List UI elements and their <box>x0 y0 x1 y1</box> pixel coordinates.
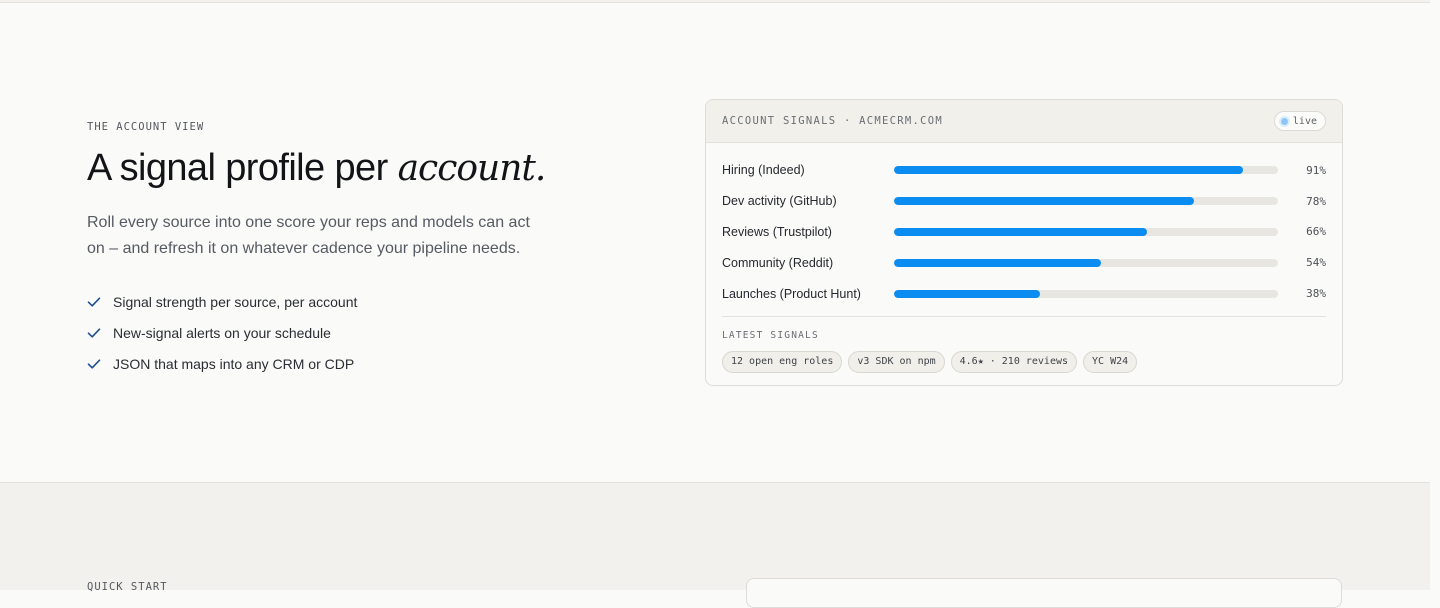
signal-bar <box>894 289 1040 298</box>
signal-bar-track <box>894 166 1278 175</box>
check-icon <box>87 327 101 338</box>
feature-text: New-signal alerts on your schedule <box>113 324 331 341</box>
signal-label: Reviews (Trustpilot) <box>722 224 832 239</box>
signal-value: 78% <box>1306 194 1326 208</box>
signal-bar-track <box>894 197 1278 206</box>
signal-label: Hiring (Indeed) <box>722 163 805 178</box>
signal-row: Hiring (Indeed) 91% <box>722 155 1326 186</box>
signal-bar-track <box>894 227 1278 236</box>
quick-start-card <box>746 578 1342 608</box>
signal-label: Community (Reddit) <box>722 255 834 270</box>
signal-bar <box>894 166 1244 175</box>
card-title: ACCOUNT SIGNALS · ACMECRM.COM <box>722 115 944 127</box>
section-lede: Roll every source into one score your re… <box>87 214 530 257</box>
intro-column: THE ACCOUNT VIEW A signal profile per ac… <box>87 121 557 379</box>
account-signals-card: ACCOUNT SIGNALS · ACMECRM.COM live Hirin… <box>705 99 1343 386</box>
signal-chip: 4.6★ · 210 reviews <box>950 350 1078 373</box>
live-label: live <box>1292 115 1317 127</box>
signal-chip: 12 open eng roles <box>722 350 843 373</box>
signal-bar <box>894 227 1148 236</box>
signal-chip: YC W24 <box>1083 350 1138 373</box>
card-header: ACCOUNT SIGNALS · ACMECRM.COM live <box>706 100 1342 143</box>
signal-bar-chart: Hiring (Indeed) 91% Dev activity (GitHub) 7… <box>706 143 1342 309</box>
feature-text: JSON that maps into any CRM or CDP <box>113 355 355 372</box>
live-dot-icon <box>1280 117 1288 125</box>
scrollbar[interactable] <box>1430 0 1440 590</box>
latest-signals-label: LATEST SIGNALS <box>722 329 819 341</box>
signal-bar-track <box>894 289 1278 298</box>
quick-start-eyebrow: QUICK START <box>87 581 168 593</box>
signal-chips: 12 open eng roles v3 SDK on npm 4.6★ · 2… <box>722 350 1326 373</box>
signal-row: Dev activity (GitHub) 78% <box>722 186 1326 217</box>
signal-row: Launches (Product Hunt) 38% <box>722 278 1326 309</box>
signal-bar <box>894 258 1102 267</box>
signal-value: 54% <box>1306 256 1326 270</box>
live-badge: live <box>1273 111 1326 131</box>
signal-value: 91% <box>1306 163 1326 177</box>
check-icon <box>87 296 101 307</box>
feature-item: New-signal alerts on your schedule <box>87 317 557 348</box>
quick-start-section <box>0 483 1430 590</box>
feature-list: Signal strength per source, per account … <box>87 286 557 379</box>
signal-bar <box>894 197 1194 206</box>
signal-row: Community (Reddit) 54% <box>722 247 1326 278</box>
section-eyebrow: THE ACCOUNT VIEW <box>87 121 205 133</box>
heading-main: A signal profile per <box>87 147 398 189</box>
signal-value: 66% <box>1306 225 1326 239</box>
feature-item: Signal strength per source, per account <box>87 286 557 317</box>
signal-bar-track <box>894 258 1278 267</box>
feature-item: JSON that maps into any CRM or CDP <box>87 348 557 379</box>
signal-label: Dev activity (GitHub) <box>722 194 837 209</box>
card-divider <box>722 315 1326 317</box>
signal-label: Launches (Product Hunt) <box>722 286 861 301</box>
signal-row: Reviews (Trustpilot) 66% <box>722 217 1326 248</box>
signal-value: 38% <box>1306 287 1326 301</box>
heading-accent: account. <box>397 148 547 189</box>
section-heading: A signal profile per account. <box>87 147 557 190</box>
check-icon <box>87 358 101 369</box>
signal-chip: v3 SDK on npm <box>848 350 945 373</box>
feature-text: Signal strength per source, per account <box>113 293 358 310</box>
